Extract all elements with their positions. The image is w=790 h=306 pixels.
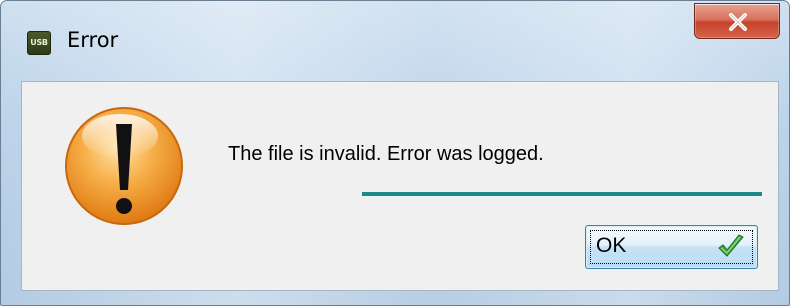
checkmark-icon xyxy=(718,234,744,257)
dialog-body: The file is invalid. Error was logged. O… xyxy=(21,81,779,291)
usb-app-icon: USB xyxy=(27,31,51,55)
close-button[interactable] xyxy=(694,3,780,39)
ok-button[interactable]: OK xyxy=(585,225,758,269)
accent-divider xyxy=(362,192,762,196)
window-title: Error xyxy=(67,28,119,52)
error-message: The file is invalid. Error was logged. xyxy=(228,143,544,165)
warning-icon xyxy=(65,107,183,225)
title-bar[interactable]: USB Error xyxy=(1,1,789,77)
close-icon xyxy=(729,13,747,31)
ok-button-label: OK xyxy=(596,234,627,257)
error-dialog-window: USB Error The file is invalid. Error was… xyxy=(0,0,790,306)
